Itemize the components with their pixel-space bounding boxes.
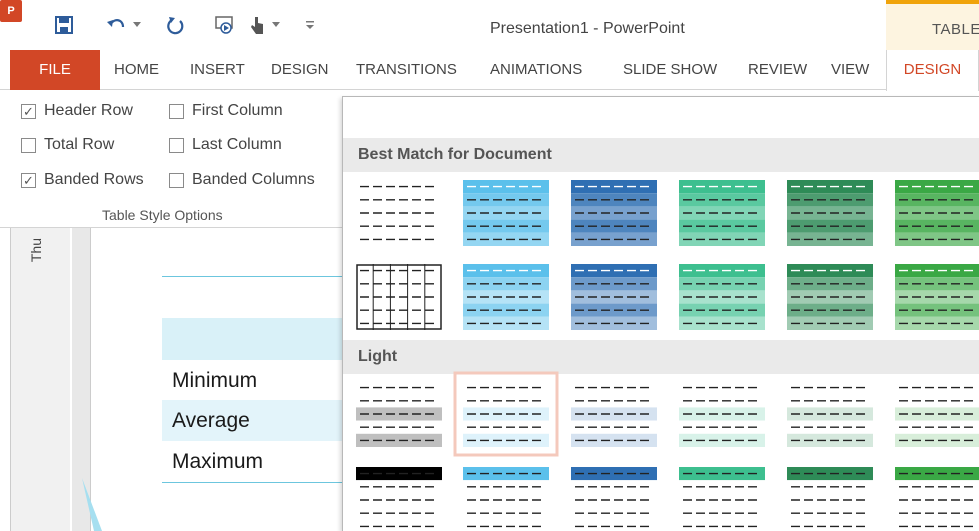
table-style-swatch[interactable]: [356, 180, 442, 246]
total-row-checkbox[interactable]: [21, 137, 36, 153]
tab-design[interactable]: DESIGN: [271, 50, 329, 90]
table-style-swatch[interactable]: [679, 180, 765, 246]
window-title: Presentation1 - PowerPoint: [490, 20, 685, 37]
table-style-swatch[interactable]: [356, 264, 442, 330]
banded-rows-label: Banded Rows: [44, 171, 144, 188]
header-row-label: Header Row: [44, 102, 133, 119]
table-style-swatch[interactable]: [453, 371, 559, 457]
undo-icon[interactable]: [104, 13, 128, 37]
table-style-swatch[interactable]: [895, 264, 979, 330]
first-column-label: First Column: [192, 102, 283, 119]
table-cell-maximum[interactable]: Maximum: [172, 450, 263, 474]
customize-qat-icon[interactable]: [302, 13, 318, 37]
table-style-swatch[interactable]: [787, 180, 873, 246]
table-style-swatch[interactable]: [787, 467, 873, 531]
total-row-label: Total Row: [44, 136, 115, 153]
banded-columns-label: Banded Columns: [192, 171, 315, 188]
table-style-swatch[interactable]: [463, 180, 549, 246]
section-light: Light: [343, 340, 979, 374]
table-style-swatch[interactable]: [787, 264, 873, 330]
table-style-swatch[interactable]: [571, 264, 657, 330]
thumbnail-pane[interactable]: [10, 228, 70, 531]
last-column-checkbox[interactable]: [169, 137, 184, 153]
group-label: Table Style Options: [102, 207, 223, 223]
table-style-swatch[interactable]: [679, 264, 765, 330]
redo-icon[interactable]: [164, 13, 188, 37]
tab-animations[interactable]: ANIMATIONS: [490, 50, 582, 90]
banded-rows-checkbox[interactable]: ✓: [21, 172, 36, 188]
save-icon[interactable]: [52, 13, 76, 37]
header-row-checkbox[interactable]: ✓: [21, 103, 36, 119]
table-style-swatch[interactable]: [463, 264, 549, 330]
table-row[interactable]: [162, 318, 344, 360]
tab-review[interactable]: REVIEW: [748, 50, 807, 90]
tab-home[interactable]: HOME: [114, 50, 159, 90]
table-style-swatch[interactable]: [356, 381, 442, 447]
ribbon-tabs: FILE HOME INSERT DESIGN TRANSITIONS ANIM…: [0, 50, 979, 91]
table-style-options-group: ✓ Header Row First Column Total Row Last…: [0, 90, 342, 228]
banded-rows-option[interactable]: ✓ Banded Rows: [21, 171, 144, 189]
table-style-swatch[interactable]: [463, 467, 549, 531]
table-style-swatch[interactable]: [571, 381, 657, 447]
tab-transitions[interactable]: TRANSITIONS: [356, 50, 457, 90]
table-style-swatch[interactable]: [356, 467, 442, 531]
table-tools-label: TABLE: [932, 21, 979, 38]
table-style-swatch[interactable]: [895, 381, 979, 447]
table-style-swatch[interactable]: [571, 180, 657, 246]
banded-columns-checkbox[interactable]: [169, 172, 184, 188]
last-column-label: Last Column: [192, 136, 282, 153]
start-from-beginning-icon[interactable]: [212, 13, 238, 37]
table-tools-header: TABLE: [886, 0, 979, 50]
table-style-swatch[interactable]: [895, 467, 979, 531]
total-row-option[interactable]: Total Row: [21, 136, 114, 154]
last-column-option[interactable]: Last Column: [169, 136, 282, 154]
touch-mode-icon[interactable]: [246, 13, 268, 37]
table-style-swatch[interactable]: [679, 381, 765, 447]
touch-mode-dropdown-icon[interactable]: [270, 13, 282, 37]
table-cell-minimum[interactable]: Minimum: [172, 369, 257, 393]
title-bar: P Presentation1 - PowerPoint TABLE: [0, 0, 979, 50]
table-border-line: [162, 276, 344, 277]
table-style-swatch[interactable]: [787, 381, 873, 447]
header-row-option[interactable]: ✓ Header Row: [21, 102, 133, 120]
first-column-checkbox[interactable]: [169, 103, 184, 119]
tab-insert[interactable]: INSERT: [190, 50, 245, 90]
slide-decoration: [82, 478, 102, 531]
table-style-swatch[interactable]: [895, 180, 979, 246]
table-border-line: [162, 482, 344, 483]
tab-view[interactable]: VIEW: [831, 50, 869, 90]
tab-table-design[interactable]: DESIGN: [886, 50, 979, 91]
powerpoint-icon[interactable]: P: [0, 0, 22, 22]
tab-slide-show[interactable]: SLIDE SHOW: [623, 50, 717, 90]
banded-columns-option[interactable]: Banded Columns: [169, 171, 315, 189]
first-column-option[interactable]: First Column: [169, 102, 283, 120]
table-style-swatch[interactable]: [679, 467, 765, 531]
section-best-match: Best Match for Document: [343, 138, 979, 172]
thumbnail-pane-label: Thu: [28, 238, 44, 263]
undo-dropdown-icon[interactable]: [130, 13, 144, 37]
table-style-swatch[interactable]: [571, 467, 657, 531]
tab-file[interactable]: FILE: [10, 50, 100, 90]
table-cell-average[interactable]: Average: [172, 409, 250, 433]
